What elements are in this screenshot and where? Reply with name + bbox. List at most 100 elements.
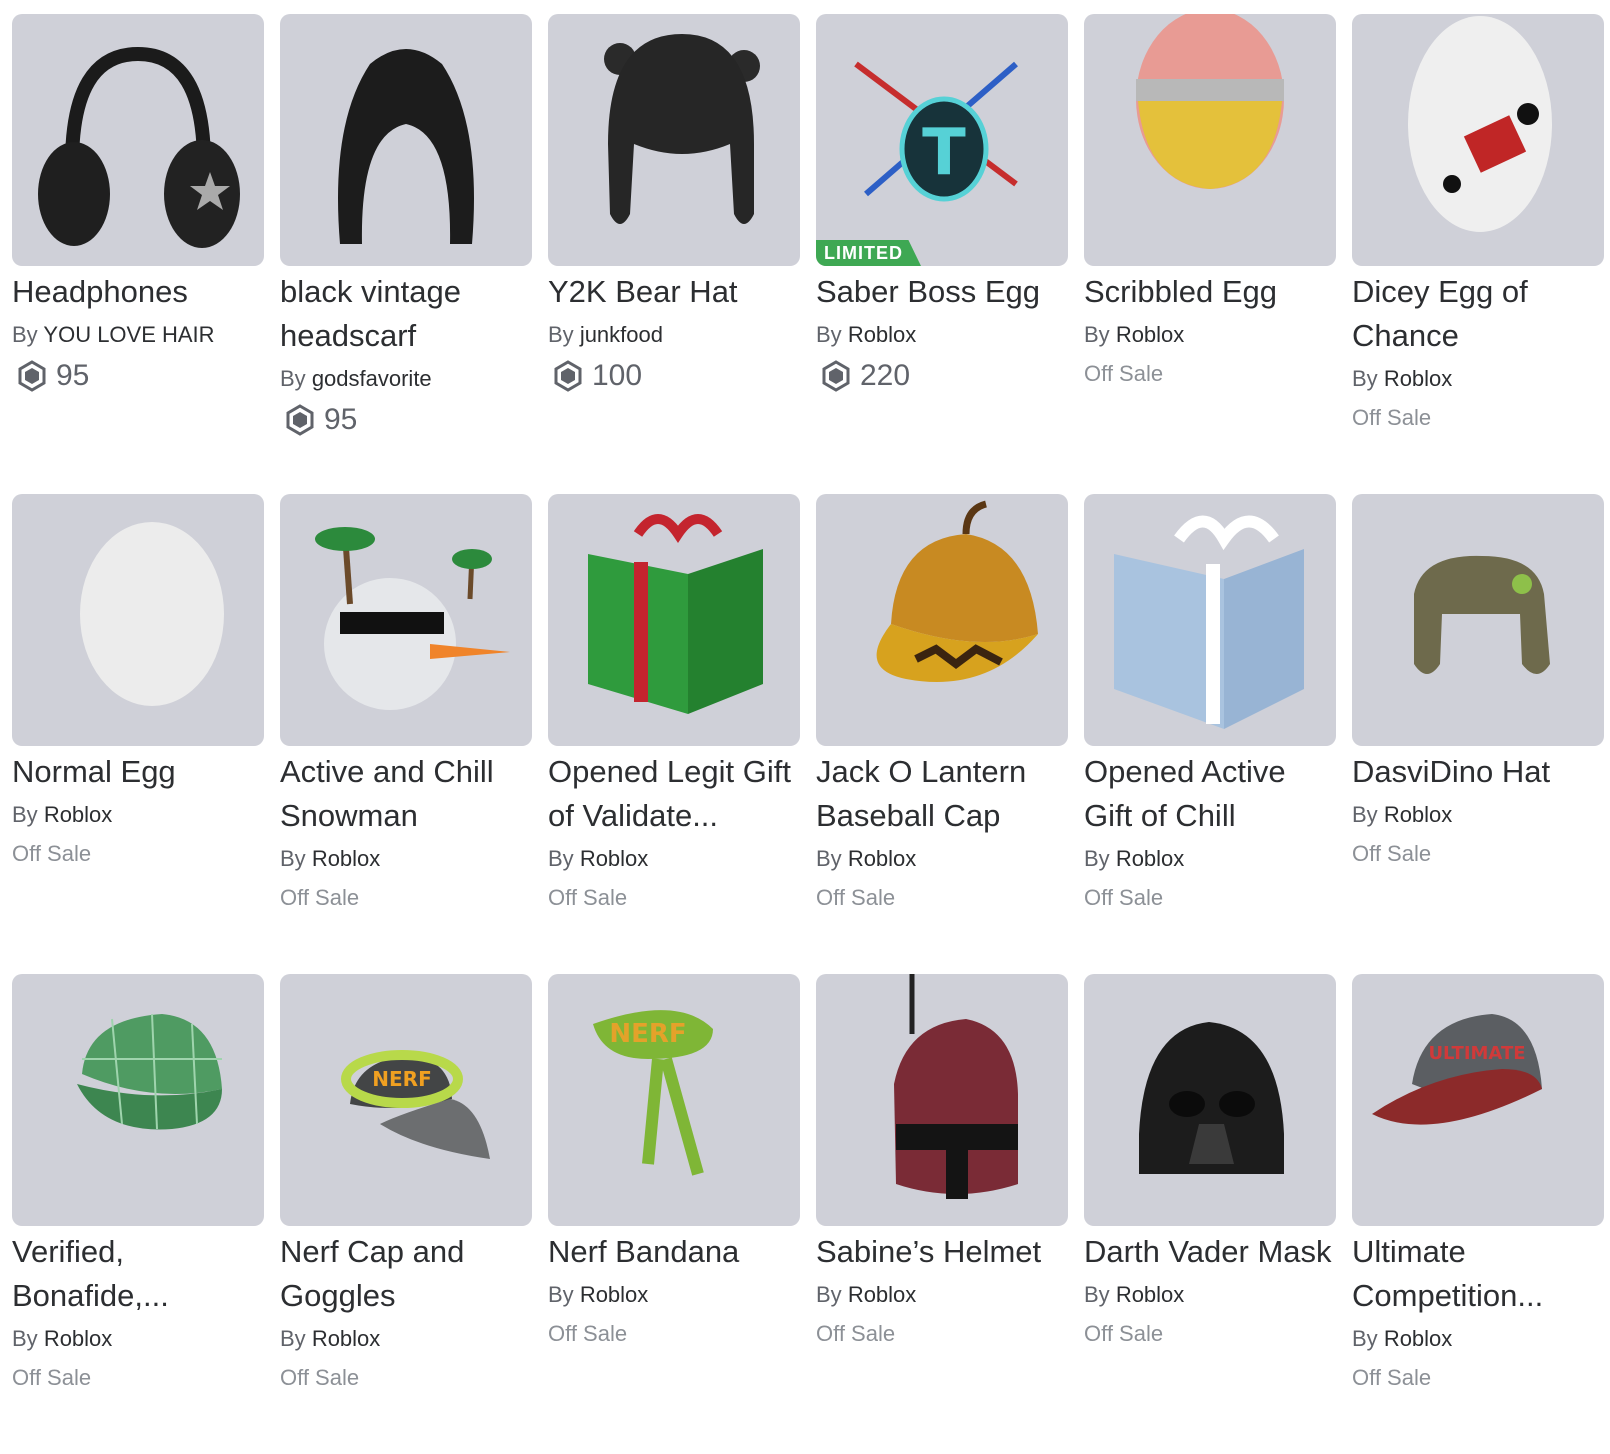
item-name[interactable]: Nerf Cap and Goggles [280, 1230, 532, 1318]
catalog-item-card[interactable]: Opened Legit Gift of Validate... By Roblo… [548, 494, 800, 974]
creator-link[interactable]: junkfood [580, 322, 663, 347]
catalog-item-card[interactable]: Normal Egg By Roblox Off Sale [12, 494, 264, 974]
item-name[interactable]: DasviDino Hat [1352, 750, 1604, 794]
creator-link[interactable]: Roblox [44, 802, 112, 827]
creator-link[interactable]: godsfavorite [312, 366, 432, 391]
item-name[interactable]: Normal Egg [12, 750, 264, 794]
item-creator-line: By Roblox [548, 1274, 800, 1316]
creator-link[interactable]: Roblox [1384, 366, 1452, 391]
creator-link[interactable]: Roblox [1384, 802, 1452, 827]
item-creator-line: By Roblox [280, 1318, 532, 1360]
svg-text:ULTIMATE: ULTIMATE [1428, 1043, 1525, 1064]
item-thumbnail[interactable] [1084, 14, 1336, 266]
catalog-item-card[interactable]: Opened Active Gift of Chill By Roblox Off … [1084, 494, 1336, 974]
item-price: 95 [12, 356, 264, 396]
item-thumbnail[interactable] [12, 494, 264, 746]
bear-hat-icon [604, 34, 760, 224]
item-name[interactable]: Sabine’s Helmet [816, 1230, 1068, 1274]
item-thumbnail[interactable] [548, 14, 800, 266]
off-sale-label: Off Sale [12, 841, 92, 866]
item-name[interactable]: Headphones [12, 270, 264, 314]
item-price: 220 [816, 356, 1068, 396]
item-creator-line: By Roblox [12, 794, 264, 836]
off-sale-label: Off Sale [816, 885, 896, 910]
item-name[interactable]: black vintage headscarf [280, 270, 532, 358]
item-thumbnail[interactable] [1352, 494, 1604, 746]
item-creator-line: By Roblox [548, 838, 800, 880]
item-thumbnail[interactable] [1352, 14, 1604, 266]
catalog-item-card[interactable]: Headphones By YOU LOVE HAIR 95 [12, 14, 264, 494]
item-name[interactable]: Ultimate Competition... [1352, 1230, 1604, 1318]
creator-link[interactable]: Roblox [1116, 322, 1184, 347]
off-sale-label: Off Sale [1084, 1321, 1164, 1346]
creator-link[interactable]: Roblox [44, 1326, 112, 1351]
catalog-grid: Headphones By YOU LOVE HAIR 95 black vintag… [12, 14, 1604, 1454]
item-name[interactable]: Darth Vader Mask [1084, 1230, 1336, 1274]
creator-link[interactable]: Roblox [848, 846, 916, 871]
item-thumbnail[interactable] [280, 14, 532, 266]
creator-link[interactable]: Roblox [580, 1282, 648, 1307]
item-name[interactable]: Opened Active Gift of Chill [1084, 750, 1336, 838]
creator-link[interactable]: Roblox [848, 322, 916, 347]
catalog-item-card[interactable]: Dicey Egg of Chance By Roblox Off Sale [1352, 14, 1604, 494]
item-thumbnail[interactable] [816, 494, 1068, 746]
catalog-item-card[interactable]: DasviDino Hat By Roblox Off Sale [1352, 494, 1604, 974]
by-label: By [280, 846, 306, 871]
robux-icon [18, 360, 46, 392]
creator-link[interactable]: Roblox [848, 1282, 916, 1307]
item-thumbnail[interactable] [12, 974, 264, 1226]
item-thumbnail[interactable] [1084, 494, 1336, 746]
creator-link[interactable]: Roblox [1116, 1282, 1184, 1307]
item-name[interactable]: Dicey Egg of Chance [1352, 270, 1604, 358]
item-thumbnail[interactable]: NERF [280, 974, 532, 1226]
catalog-item-card[interactable]: Sabine’s Helmet By Roblox Off Sale [816, 974, 1068, 1454]
creator-link[interactable]: Roblox [1116, 846, 1184, 871]
catalog-item-card[interactable]: NERF Nerf Cap and Goggles By Roblox Off Sal… [280, 974, 532, 1454]
catalog-item-card[interactable]: Verified, Bonafide,... By Roblox Off Sale [12, 974, 264, 1454]
creator-link[interactable]: Roblox [312, 1326, 380, 1351]
item-creator-line: By Roblox [1084, 1274, 1336, 1316]
catalog-item-card[interactable]: black vintage headscarf By godsfavorite 95 [280, 14, 532, 494]
item-thumbnail[interactable] [280, 494, 532, 746]
trapper-hat-icon [1414, 555, 1550, 674]
creator-link[interactable]: YOU LOVE HAIR [43, 322, 214, 347]
by-label: By [816, 322, 842, 347]
by-label: By [280, 366, 306, 391]
item-creator-line: By Roblox [1352, 794, 1604, 836]
item-creator-line: By Roblox [1352, 1318, 1604, 1360]
item-name[interactable]: Saber Boss Egg [816, 270, 1068, 314]
item-thumbnail[interactable] [816, 974, 1068, 1226]
off-sale-label: Off Sale [1352, 405, 1432, 430]
item-name[interactable]: Scribbled Egg [1084, 270, 1336, 314]
item-thumbnail[interactable]: NERF [548, 974, 800, 1226]
item-name[interactable]: Opened Legit Gift of Validate... [548, 750, 800, 838]
item-thumbnail[interactable]: T LIMITED [816, 14, 1068, 266]
item-name[interactable]: Y2K Bear Hat [548, 270, 800, 314]
item-thumbnail[interactable]: ULTIMATE [1352, 974, 1604, 1226]
catalog-item-card[interactable]: Scribbled Egg By Roblox Off Sale [1084, 14, 1336, 494]
item-name[interactable]: Jack O Lantern Baseball Cap [816, 750, 1068, 838]
catalog-item-card[interactable]: Y2K Bear Hat By junkfood 100 [548, 14, 800, 494]
catalog-item-card[interactable]: NERF Nerf Bandana By Roblox Off Sale [548, 974, 800, 1454]
item-creator-line: By Roblox [1352, 358, 1604, 400]
catalog-item-card[interactable]: Jack O Lantern Baseball Cap By Roblox Off … [816, 494, 1068, 974]
item-thumbnail[interactable] [1084, 974, 1336, 1226]
price-value: 95 [324, 403, 358, 436]
catalog-item-card[interactable]: Darth Vader Mask By Roblox Off Sale [1084, 974, 1336, 1454]
creator-link[interactable]: Roblox [1384, 1326, 1452, 1351]
item-name[interactable]: Verified, Bonafide,... [12, 1230, 264, 1318]
nerf-cap-icon: NERF [341, 1050, 490, 1159]
catalog-item-card[interactable]: Active and Chill Snowman By Roblox Off Sal… [280, 494, 532, 974]
item-name[interactable]: Nerf Bandana [548, 1230, 800, 1274]
item-price: 95 [280, 400, 532, 440]
catalog-item-card[interactable]: T LIMITED Saber Boss Egg By Roblox 220 [816, 14, 1068, 494]
limited-badge: LIMITED [816, 240, 921, 266]
creator-link[interactable]: Roblox [580, 846, 648, 871]
catalog-item-card[interactable]: ULTIMATE Ultimate Competition... By Roblox… [1352, 974, 1604, 1454]
creator-link[interactable]: Roblox [312, 846, 380, 871]
item-name[interactable]: Active and Chill Snowman [280, 750, 532, 838]
item-thumbnail[interactable] [548, 494, 800, 746]
price-value: 95 [56, 359, 90, 392]
item-thumbnail[interactable] [12, 14, 264, 266]
pumpkin-cap-icon [876, 500, 1038, 682]
